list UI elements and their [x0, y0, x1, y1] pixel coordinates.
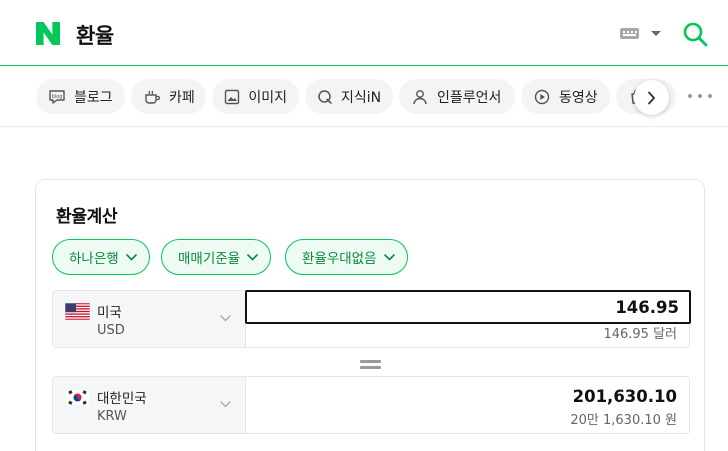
search-icon[interactable]	[682, 21, 708, 47]
chevron-down-icon	[220, 315, 231, 322]
tab-label: 지식iN	[341, 89, 382, 106]
blog-icon: blog	[48, 88, 66, 106]
tab-influencer[interactable]: 인플루언서	[399, 79, 515, 114]
chevron-down-icon	[247, 253, 258, 260]
from-currency-row: 미국 USD 146.95 달러	[52, 290, 691, 348]
chevron-down-icon	[220, 401, 231, 408]
search-header: 환율	[0, 0, 728, 66]
video-icon	[533, 88, 551, 106]
preferential-rate-chip[interactable]: 환율우대없음	[285, 239, 408, 275]
from-amount-input[interactable]	[247, 292, 689, 322]
chip-label: 하나은행	[69, 251, 119, 267]
from-country-name: 미국	[97, 305, 122, 321]
cafe-icon	[143, 88, 161, 106]
to-amount-value[interactable]: 201,630.10	[573, 387, 677, 406]
tab-label: 동영상	[559, 89, 598, 106]
chevron-down-icon	[125, 253, 137, 260]
kr-flag-icon	[65, 389, 90, 406]
search-query-text[interactable]: 환율	[76, 20, 114, 50]
from-currency-code: USD	[97, 323, 125, 338]
to-country-name: 대한민국	[97, 391, 147, 407]
tab-label: 블로그	[74, 89, 113, 106]
tab-blog[interactable]: blog 블로그	[36, 79, 125, 114]
chip-label: 환율우대없음	[302, 251, 377, 267]
equals-icon	[360, 360, 381, 369]
svg-text:blog: blog	[52, 93, 63, 99]
card-title: 환율계산	[56, 207, 118, 227]
tabs-next-button[interactable]	[634, 80, 669, 115]
tab-label: 이미지	[248, 89, 287, 106]
tab-image[interactable]: 이미지	[212, 79, 299, 114]
tab-video[interactable]: 동영상	[521, 79, 610, 114]
chip-label: 매매기준율	[178, 251, 241, 267]
tab-label: 인플루언서	[437, 89, 502, 106]
naver-logo-icon[interactable]	[36, 22, 60, 45]
to-currency-row: 대한민국 KRW 201,630.10 20만 1,630.10 원	[52, 376, 690, 434]
search-tabs: blog 블로그 카페 이미지 지식iN 인플루언서 동영상	[0, 66, 728, 127]
chevron-down-icon	[383, 253, 395, 260]
rate-type-chip[interactable]: 매매기준율	[161, 239, 272, 275]
knowledge-icon	[317, 88, 333, 106]
tab-knowledge[interactable]: 지식iN	[305, 79, 393, 114]
caret-down-icon[interactable]	[651, 31, 661, 36]
keyboard-icon[interactable]	[620, 28, 639, 39]
tab-cafe[interactable]: 카페	[131, 79, 206, 114]
to-currency-select[interactable]: 대한민국 KRW	[53, 377, 246, 433]
to-currency-code: KRW	[97, 409, 127, 424]
from-amount-text: 146.95 달러	[603, 327, 677, 342]
bank-select-chip[interactable]: 하나은행	[52, 239, 150, 275]
from-currency-select[interactable]: 미국 USD	[53, 291, 246, 347]
exchange-calculator-card: 환율계산 하나은행 매매기준율 환율우대없음 미국 USD 146.95 146…	[35, 179, 705, 451]
more-dots-icon[interactable]	[688, 94, 712, 100]
chevron-right-icon	[648, 91, 655, 104]
tab-label: 카페	[169, 89, 195, 106]
person-icon	[411, 88, 429, 106]
to-amount-text: 20만 1,630.10 원	[570, 413, 677, 428]
from-amount-field[interactable]	[245, 290, 691, 324]
image-icon	[224, 88, 240, 106]
us-flag-icon	[65, 303, 90, 320]
